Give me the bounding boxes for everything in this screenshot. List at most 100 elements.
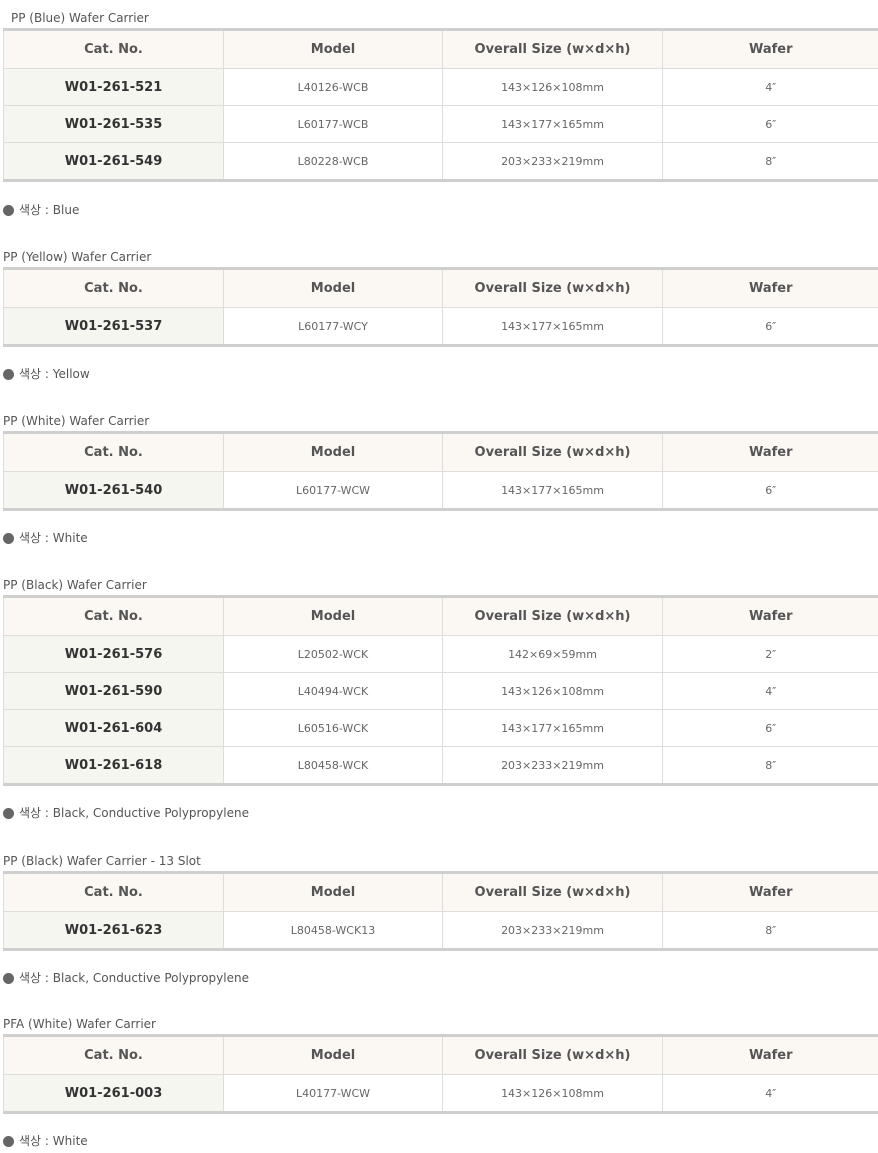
note-value: White [52,531,88,545]
section-pp-black-13-slot: PP (Black) Wafer Carrier - 13 Slot Cat. … [3,854,878,985]
table-row: W01-261-576 L20502-WCK 142×69×59mm 2″ [3,635,878,673]
spec-table: Cat. No. Model Overall Size (w×d×h) Wafe… [3,595,878,786]
size-cell: 143×126×108mm [442,1074,663,1113]
header-cat-no: Cat. No. [3,596,224,636]
color-note: 색상 : Black, Conductive Polypropylene [3,971,878,985]
model-cell: L60177-WCW [223,471,443,510]
section-title: PP (Blue) Wafer Carrier [11,11,149,25]
cat-no-cell: W01-261-576 [3,635,224,673]
header-size: Overall Size (w×d×h) [442,268,663,308]
wafer-cell: 8″ [662,142,878,181]
bullet-icon [3,972,14,984]
table-row: W01-261-618 L80458-WCK 203×233×219mm 8″ [3,746,878,785]
section-pp-black: PP (Black) Wafer Carrier Cat. No. Model … [3,578,878,820]
section-pfa-white: PFA (White) Wafer Carrier Cat. No. Model… [3,1017,878,1148]
section-pp-white: PP (White) Wafer Carrier Cat. No. Model … [3,414,878,545]
cat-no-cell: W01-261-540 [3,471,224,510]
table-row: W01-261-537 L60177-WCY 143×177×165mm 6″ [3,307,878,346]
table-header-row: Cat. No. Model Overall Size (w×d×h) Wafe… [3,268,878,308]
bullet-icon [3,1135,14,1147]
header-cat-no: Cat. No. [3,432,224,472]
header-size: Overall Size (w×d×h) [442,1035,663,1075]
size-cell: 143×177×165mm [442,105,663,143]
header-wafer: Wafer [662,432,878,472]
header-wafer: Wafer [662,872,878,912]
model-cell: L60177-WCB [223,105,443,143]
note-prefix: 색상 : [19,531,53,545]
cat-no-cell: W01-261-535 [3,105,224,143]
cat-no-cell: W01-261-618 [3,746,224,785]
spec-table: Cat. No. Model Overall Size (w×d×h) Wafe… [3,1034,878,1114]
size-cell: 142×69×59mm [442,635,663,673]
wafer-cell: 6″ [662,307,878,346]
header-cat-no: Cat. No. [3,1035,224,1075]
header-size: Overall Size (w×d×h) [442,872,663,912]
section-title: PP (Black) Wafer Carrier [3,578,147,592]
wafer-cell: 2″ [662,635,878,673]
cat-no-cell: W01-261-623 [3,911,224,950]
cat-no-cell: W01-261-549 [3,142,224,181]
model-cell: L60177-WCY [223,307,443,346]
model-cell: L80458-WCK13 [223,911,443,950]
section-pp-yellow: PP (Yellow) Wafer Carrier Cat. No. Model… [3,250,878,381]
size-cell: 143×126×108mm [442,672,663,710]
size-cell: 143×177×165mm [442,709,663,747]
note-prefix: 색상 : [19,971,53,985]
wafer-cell: 6″ [662,709,878,747]
cat-no-cell: W01-261-537 [3,307,224,346]
spec-table: Cat. No. Model Overall Size (w×d×h) Wafe… [3,871,878,951]
table-row: W01-261-540 L60177-WCW 143×177×165mm 6″ [3,471,878,510]
size-cell: 203×233×219mm [442,142,663,181]
cat-no-cell: W01-261-590 [3,672,224,710]
spec-table: Cat. No. Model Overall Size (w×d×h) Wafe… [3,267,878,347]
table-row: W01-261-623 L80458-WCK13 203×233×219mm 8… [3,911,878,950]
spec-table: Cat. No. Model Overall Size (w×d×h) Wafe… [3,431,878,511]
bullet-icon [3,532,14,544]
wafer-cell: 6″ [662,105,878,143]
section-title: PFA (White) Wafer Carrier [3,1017,156,1031]
section-title: PP (White) Wafer Carrier [3,414,150,428]
header-model: Model [223,872,443,912]
model-cell: L80228-WCB [223,142,443,181]
header-size: Overall Size (w×d×h) [442,596,663,636]
bullet-icon [3,368,14,380]
header-model: Model [223,432,443,472]
note-value: Black, Conductive Polypropylene [52,971,249,985]
header-model: Model [223,596,443,636]
table-row: W01-261-003 L40177-WCW 143×126×108mm 4″ [3,1074,878,1113]
header-wafer: Wafer [662,29,878,69]
header-size: Overall Size (w×d×h) [442,432,663,472]
note-value: Yellow [52,367,90,381]
header-cat-no: Cat. No. [3,29,224,69]
cat-no-cell: W01-261-604 [3,709,224,747]
note-prefix: 색상 : [19,1134,53,1148]
note-value: White [52,1134,88,1148]
model-cell: L40177-WCW [223,1074,443,1113]
size-cell: 203×233×219mm [442,746,663,785]
wafer-cell: 8″ [662,746,878,785]
size-cell: 143×177×165mm [442,307,663,346]
wafer-cell: 6″ [662,471,878,510]
note-value: Black, Conductive Polypropylene [52,806,249,820]
table-row: W01-261-535 L60177-WCB 143×177×165mm 6″ [3,105,878,143]
size-cell: 143×126×108mm [442,68,663,106]
table-row: W01-261-590 L40494-WCK 143×126×108mm 4″ [3,672,878,710]
model-cell: L40126-WCB [223,68,443,106]
size-cell: 203×233×219mm [442,911,663,950]
size-cell: 143×177×165mm [442,471,663,510]
note-prefix: 색상 : [19,203,53,217]
header-cat-no: Cat. No. [3,872,224,912]
table-header-row: Cat. No. Model Overall Size (w×d×h) Wafe… [3,29,878,69]
wafer-cell: 4″ [662,672,878,710]
bullet-icon [3,807,14,819]
header-model: Model [223,29,443,69]
header-wafer: Wafer [662,596,878,636]
wafer-cell: 4″ [662,1074,878,1113]
color-note: 색상 : White [3,1134,878,1148]
table-row: W01-261-521 L40126-WCB 143×126×108mm 4″ [3,68,878,106]
wafer-cell: 4″ [662,68,878,106]
color-note: 색상 : Blue [3,203,878,217]
table-row: W01-261-604 L60516-WCK 143×177×165mm 6″ [3,709,878,747]
section-title: PP (Yellow) Wafer Carrier [3,250,152,264]
cat-no-cell: W01-261-003 [3,1074,224,1113]
